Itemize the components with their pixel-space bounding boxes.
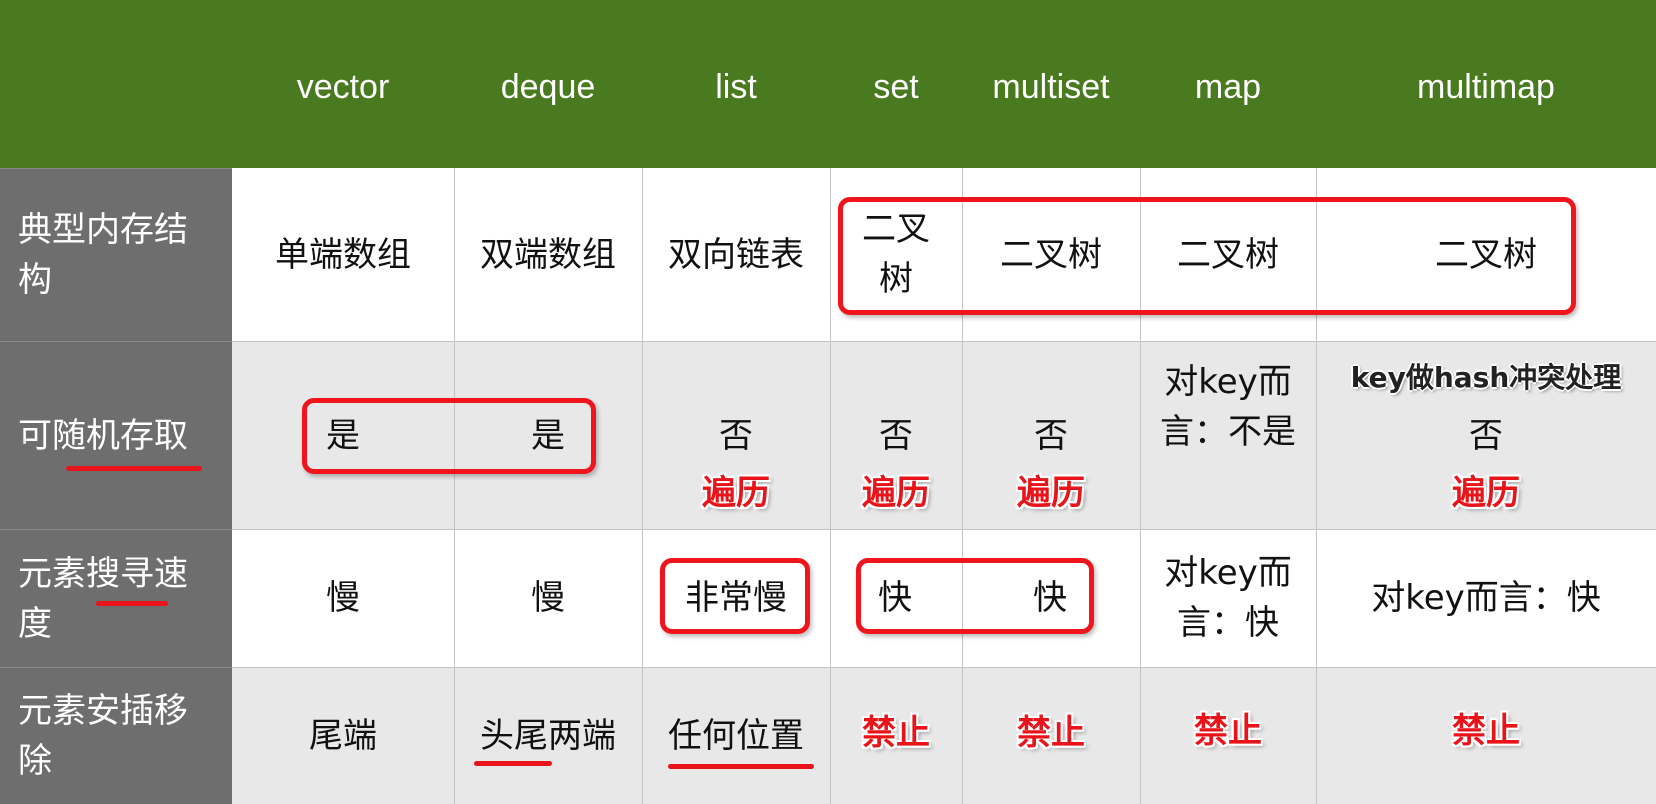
cell-vector-memory: 单端数组	[275, 235, 411, 275]
col-header-set: set	[873, 68, 919, 106]
cell-multimap-insert: 禁止	[1452, 711, 1520, 751]
note-multiset-traverse: 遍历	[1017, 473, 1085, 513]
note-set-traverse: 遍历	[862, 473, 930, 513]
col-header-vector: vector	[296, 68, 390, 106]
cell-vector-search: 慢	[326, 578, 360, 618]
row-label-random-access: 可随机存取	[0, 341, 232, 529]
cell-set-random: 否	[879, 416, 913, 456]
cell-multimap-random: 否	[1469, 416, 1503, 456]
col-header-deque: deque	[500, 68, 596, 106]
row-label-search-speed: 元素搜寻速度	[0, 529, 232, 667]
cell-multiset-insert: 禁止	[1017, 713, 1085, 753]
cell-list-random: 否	[719, 416, 753, 456]
grid-hline	[232, 341, 1656, 342]
note-multimap-traverse: 遍历	[1452, 473, 1520, 513]
col-header-list: list	[715, 68, 757, 106]
underline-random	[66, 466, 202, 471]
cell-deque-search: 慢	[531, 578, 565, 618]
cell-set-insert: 禁止	[862, 713, 930, 753]
note-list-traverse: 遍历	[702, 473, 770, 513]
highlight-box-binary-tree	[838, 197, 1576, 315]
cell-list-insert: 任何位置	[668, 716, 804, 756]
col-header-multimap: multimap	[1417, 68, 1555, 106]
underline-any-position	[668, 764, 814, 769]
col-header-map: map	[1194, 68, 1262, 106]
underline-both-ends	[474, 761, 552, 766]
cell-multimap-search: 对key而言：快	[1371, 578, 1601, 618]
row-label-memory-structure: 典型内存结构	[0, 168, 232, 341]
cell-deque-memory: 双端数组	[480, 235, 616, 275]
underline-search	[96, 601, 168, 606]
highlight-box-fast	[856, 558, 1094, 634]
highlight-box-random-access	[302, 398, 596, 474]
cell-list-memory: 双向链表	[668, 235, 804, 275]
cell-multiset-random: 否	[1034, 416, 1068, 456]
grid-hline	[232, 667, 1656, 668]
row-label-insert-remove: 元素安插移除	[0, 667, 232, 804]
cell-deque-insert: 头尾两端	[480, 716, 616, 756]
cell-map-search: 对key而言：快	[1164, 553, 1292, 643]
highlight-box-very-slow	[660, 558, 810, 634]
cell-map-insert: 禁止	[1194, 711, 1262, 751]
col-header-multiset: multiset	[992, 68, 1110, 106]
grid-hline	[232, 529, 1656, 530]
cell-vector-insert: 尾端	[309, 716, 377, 756]
note-multimap-hash: key做hash冲突处理	[1350, 361, 1622, 394]
cell-map-random: 对key而言：不是	[1160, 362, 1296, 452]
